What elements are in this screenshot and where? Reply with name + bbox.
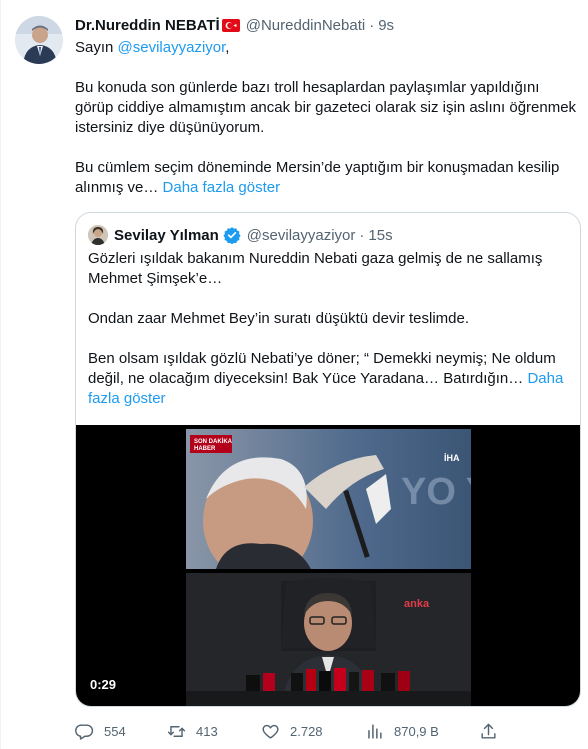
video-banner-line1: SON DAKİKA	[194, 438, 233, 445]
quote-text: Gözleri ışıldak bakanım Nureddin Nebati …	[88, 249, 572, 409]
tweet-paragraph-1: Bu konuda son günlerde bazı troll hesapl…	[75, 79, 577, 136]
video-duration: 0:29	[90, 677, 117, 692]
quote-paragraph-3: Ben olsam ışıldak gözlü Nebati’ye döner;…	[88, 349, 572, 409]
tweet-paragraph-2: Bu cümlem seçim döneminde Mersin’de yapt…	[75, 158, 581, 198]
views-count: 870,9 B	[394, 723, 439, 739]
show-more-link[interactable]: Daha fazla göster	[163, 179, 281, 196]
greeting-prefix: Sayın	[75, 39, 118, 56]
reply-count: 554	[104, 723, 126, 739]
views-icon	[368, 723, 382, 739]
author-handle[interactable]: @NureddinNebati	[246, 17, 365, 34]
mention-link[interactable]: @sevilayyaziyor	[118, 39, 226, 56]
retweet-icon	[167, 725, 186, 737]
tweet-body: Dr.Nureddin NEBATİ @NureddinNebati · 9s …	[75, 14, 581, 198]
verified-icon	[223, 226, 241, 245]
video-frame-bottom: anka	[186, 573, 471, 706]
video-backdrop-text: YO YÜ	[401, 470, 471, 513]
video-frame-top: YO YÜ SON DAKİKA HABER İHA	[186, 429, 471, 569]
quote-author-name[interactable]: Sevilay Yılman	[114, 227, 219, 244]
author-avatar[interactable]	[15, 16, 63, 64]
views-button[interactable]: 870,9 B	[365, 718, 439, 744]
reply-button[interactable]: 554	[75, 718, 126, 744]
tweet-timestamp[interactable]: 9s	[378, 17, 394, 34]
like-button[interactable]: 2.728	[261, 718, 323, 744]
quote-paragraph-1: Gözleri ışıldak bakanım Nureddin Nebati …	[88, 250, 543, 287]
share-icon	[481, 723, 496, 739]
flag-icon	[221, 18, 240, 32]
retweet-button[interactable]: 413	[167, 718, 218, 744]
tweet-greeting: Sayın @sevilayyaziyor,	[75, 38, 581, 58]
retweet-count: 413	[196, 723, 218, 739]
reply-icon	[75, 723, 94, 740]
quote-header: Sevilay Yılman @sevilayyaziyor · 15s	[88, 225, 393, 245]
header-separator: ·	[369, 16, 375, 34]
quoted-tweet[interactable]: Sevilay Yılman @sevilayyaziyor · 15s Göz…	[75, 212, 581, 707]
like-count: 2.728	[290, 723, 323, 739]
video-watermark-bottom: anka	[404, 598, 430, 610]
tweet-paragraph-2-text: Bu cümlem seçim döneminde Mersin’de yapt…	[75, 159, 560, 196]
video-watermark-top: İHA	[444, 453, 460, 463]
video-player[interactable]: YO YÜ SON DAKİKA HABER İHA	[76, 425, 580, 706]
quote-author-handle[interactable]: @sevilayyaziyor	[247, 227, 356, 244]
greeting-suffix: ,	[225, 39, 230, 56]
video-banner-line2: HABER	[194, 446, 216, 452]
quote-author-avatar[interactable]	[88, 225, 108, 245]
quote-paragraph-2: Ondan zaar Mehmet Bey’in suratı düşüktü …	[88, 310, 470, 327]
author-name[interactable]: Dr.Nureddin NEBATİ	[75, 17, 220, 34]
like-icon	[262, 724, 279, 739]
quote-header-separator: ·	[359, 226, 365, 244]
tweet-header: Dr.Nureddin NEBATİ @NureddinNebati · 9s	[75, 14, 581, 36]
quote-paragraph-3-text: Ben olsam ışıldak gözlü Nebati’ye döner;…	[88, 350, 556, 387]
share-button[interactable]	[479, 718, 508, 744]
quote-timestamp[interactable]: 15s	[368, 227, 392, 244]
action-bar: 554 413 2.728 870,9 B	[75, 718, 575, 744]
tweet[interactable]: Dr.Nureddin NEBATİ @NureddinNebati · 9s …	[0, 0, 588, 749]
